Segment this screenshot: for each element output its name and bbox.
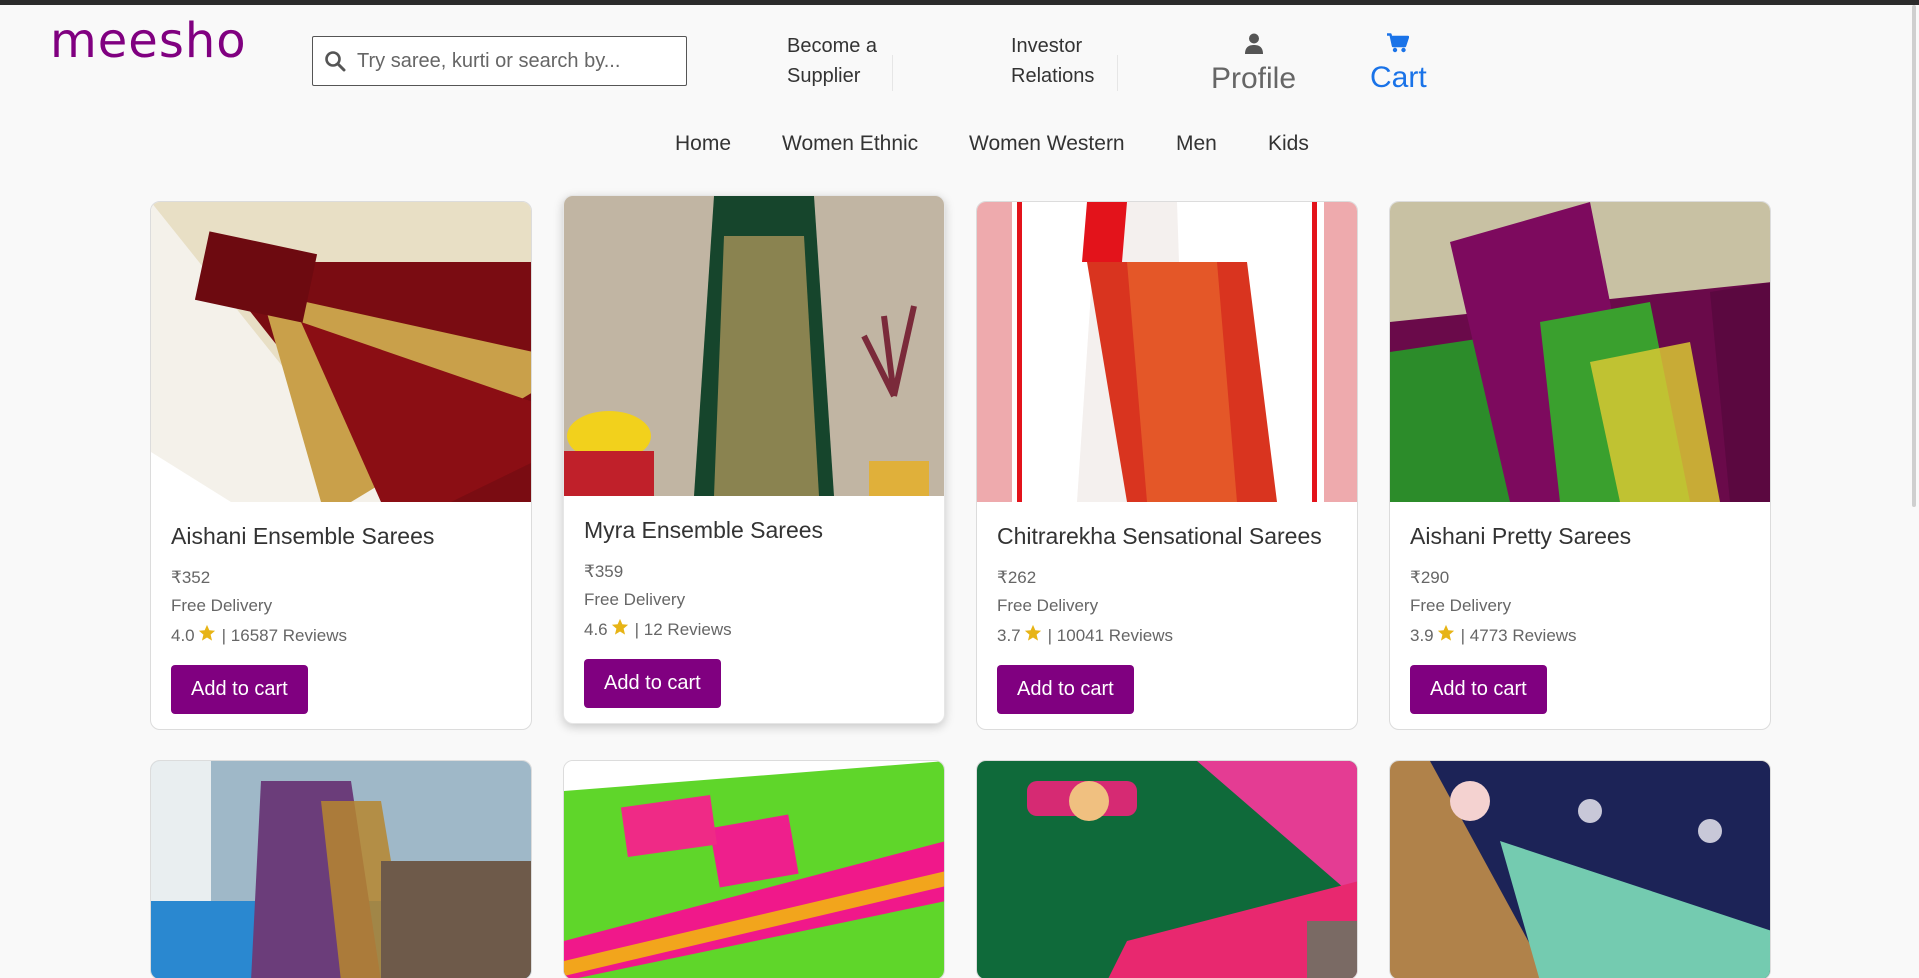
product-image[interactable]	[1390, 761, 1770, 978]
become-supplier-line2: Supplier	[787, 65, 861, 87]
product-card[interactable]: Chitrarekha Sensational Sarees ₹262 Free…	[976, 201, 1358, 730]
add-to-cart-button[interactable]: Add to cart	[1410, 665, 1547, 714]
product-card[interactable]: Myra Ensemble Sarees ₹359 Free Delivery …	[563, 195, 945, 724]
product-title[interactable]: Aishani Ensemble Sarees	[171, 523, 511, 550]
scrollbar[interactable]	[1912, 5, 1916, 507]
become-supplier-link[interactable]: Become a Supplier	[787, 31, 877, 91]
product-title[interactable]: Aishani Pretty Sarees	[1410, 523, 1750, 550]
rating-value: 4.0	[171, 625, 195, 645]
product-price: ₹359	[584, 562, 624, 581]
delivery-label: Free Delivery	[1410, 596, 1512, 615]
become-supplier-line1: Become a	[787, 35, 878, 57]
product-image[interactable]	[564, 761, 944, 978]
product-card[interactable]	[563, 760, 945, 978]
nav-item-kids[interactable]: Kids	[1268, 132, 1309, 156]
delivery-label: Free Delivery	[584, 590, 686, 609]
rating-row: 4.0 | 16587 Reviews	[171, 624, 511, 647]
nav-item-women-ethnic[interactable]: Women Ethnic	[782, 132, 918, 156]
product-card[interactable]	[1389, 760, 1771, 978]
product-price: ₹352	[171, 568, 211, 587]
review-count: | 16587 Reviews	[221, 625, 348, 645]
rating-value: 3.7	[997, 625, 1021, 645]
rating-row: 3.9 | 4773 Reviews	[1410, 624, 1750, 647]
star-icon	[1437, 624, 1455, 647]
cart-label: Cart	[1370, 61, 1427, 94]
header-divider	[892, 55, 893, 91]
product-image[interactable]	[151, 761, 531, 978]
product-card[interactable]	[976, 760, 1358, 978]
user-icon	[1244, 33, 1263, 59]
product-card[interactable]: Aishani Ensemble Sarees ₹352 Free Delive…	[150, 201, 532, 730]
product-title[interactable]: Myra Ensemble Sarees	[584, 517, 924, 544]
search-bar[interactable]	[312, 36, 687, 86]
rating-value: 4.6	[584, 619, 608, 639]
review-count: | 12 Reviews	[634, 619, 732, 639]
search-input[interactable]	[357, 37, 686, 85]
rating-row: 3.7 | 10041 Reviews	[997, 624, 1337, 647]
investor-relations-link[interactable]: Investor Relations	[1011, 31, 1094, 91]
product-image[interactable]	[564, 196, 944, 496]
nav-item-women-western[interactable]: Women Western	[969, 132, 1125, 156]
star-icon	[1024, 624, 1042, 647]
review-count: | 4773 Reviews	[1460, 625, 1577, 645]
cart-icon	[1387, 33, 1410, 58]
product-image[interactable]	[151, 202, 531, 502]
meesho-logo[interactable]: meesho	[50, 13, 247, 69]
delivery-label: Free Delivery	[171, 596, 273, 615]
review-count: | 10041 Reviews	[1047, 625, 1174, 645]
rating-row: 4.6 | 12 Reviews	[584, 618, 924, 641]
product-image[interactable]	[977, 761, 1357, 978]
star-icon	[611, 618, 629, 641]
profile-link[interactable]: Profile	[1211, 33, 1296, 97]
header: meesho Become a Supplier Investor Relati…	[0, 5, 1919, 105]
search-icon	[313, 50, 357, 72]
investor-relations-line2: Relations	[1011, 65, 1095, 87]
header-divider	[1117, 55, 1118, 91]
star-icon	[198, 624, 216, 647]
rating-value: 3.9	[1410, 625, 1434, 645]
add-to-cart-button[interactable]: Add to cart	[997, 665, 1134, 714]
product-price: ₹290	[1410, 568, 1450, 587]
category-nav: Home Women Ethnic Women Western Men Kids	[0, 132, 1919, 168]
cart-link[interactable]: Cart	[1370, 33, 1427, 96]
product-image[interactable]	[1390, 202, 1770, 502]
add-to-cart-button[interactable]: Add to cart	[584, 659, 721, 708]
product-price: ₹262	[997, 568, 1037, 587]
product-card[interactable]	[150, 760, 532, 978]
product-title[interactable]: Chitrarekha Sensational Sarees	[997, 523, 1337, 550]
profile-label: Profile	[1211, 62, 1297, 95]
product-image[interactable]	[977, 202, 1357, 502]
add-to-cart-button[interactable]: Add to cart	[171, 665, 308, 714]
investor-relations-line1: Investor	[1011, 35, 1083, 57]
nav-item-men[interactable]: Men	[1176, 132, 1217, 156]
delivery-label: Free Delivery	[997, 596, 1099, 615]
nav-item-home[interactable]: Home	[675, 132, 731, 156]
product-card[interactable]: Aishani Pretty Sarees ₹290 Free Delivery…	[1389, 201, 1771, 730]
